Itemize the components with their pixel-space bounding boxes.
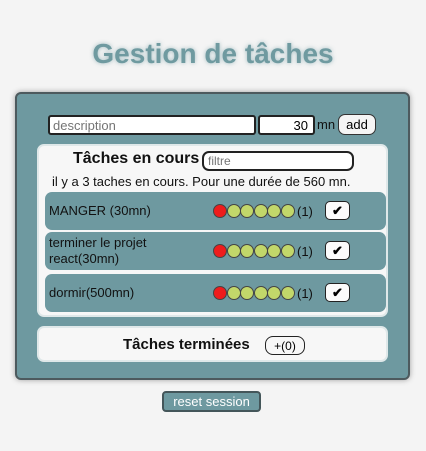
priority-dot-5[interactable] xyxy=(267,286,281,300)
task-label: dormir(500mn) xyxy=(49,285,135,300)
priority-dot-4[interactable] xyxy=(253,244,268,258)
mark-done-button[interactable]: ✔ xyxy=(325,283,350,302)
finished-tasks-section: Tâches terminées +(0) xyxy=(37,326,388,362)
priority-value: (1) xyxy=(297,204,313,219)
task-row: dormir(500mn) (1) ✔ xyxy=(45,274,386,312)
priority-dot-1[interactable] xyxy=(213,204,227,218)
priority-dot-2[interactable] xyxy=(226,204,241,218)
description-input[interactable] xyxy=(48,115,256,135)
task-row: MANGER (30mn) (1) ✔ xyxy=(45,192,386,230)
priority-dot-3[interactable] xyxy=(240,244,254,258)
duration-unit-label: mn xyxy=(317,117,336,132)
priority-selector xyxy=(213,204,295,218)
priority-dot-5[interactable] xyxy=(267,244,281,258)
reset-session-button[interactable]: reset session xyxy=(162,391,261,412)
priority-dot-2[interactable] xyxy=(226,286,241,300)
expand-finished-button[interactable]: +(0) xyxy=(265,336,305,355)
current-tasks-title: Tâches en cours xyxy=(73,150,200,167)
priority-dot-3[interactable] xyxy=(240,286,254,300)
task-label: terminer le projet react(30mn) xyxy=(49,235,147,267)
priority-value: (1) xyxy=(297,244,313,259)
current-tasks-section: Tâches en cours il y a 3 taches en cours… xyxy=(37,144,388,317)
task-row: terminer le projet react(30mn) (1) ✔ xyxy=(45,232,386,270)
priority-dot-1[interactable] xyxy=(213,244,227,258)
priority-dot-1[interactable] xyxy=(213,286,227,300)
finished-tasks-title: Tâches terminées xyxy=(123,336,250,353)
add-button[interactable]: add xyxy=(338,114,376,135)
priority-selector xyxy=(213,244,295,258)
priority-dot-6[interactable] xyxy=(280,244,295,258)
priority-dot-3[interactable] xyxy=(240,204,254,218)
priority-dot-4[interactable] xyxy=(253,204,268,218)
mark-done-button[interactable]: ✔ xyxy=(325,241,350,260)
priority-dot-2[interactable] xyxy=(226,244,241,258)
tasks-summary: il y a 3 taches en cours. Pour une durée… xyxy=(52,174,351,189)
filter-input[interactable] xyxy=(202,151,354,171)
page-title: Gestion de tâches xyxy=(92,38,334,69)
priority-dot-6[interactable] xyxy=(280,286,295,300)
priority-dot-6[interactable] xyxy=(280,204,295,218)
priority-dot-5[interactable] xyxy=(267,204,281,218)
mark-done-button[interactable]: ✔ xyxy=(325,201,350,220)
priority-dot-4[interactable] xyxy=(253,286,268,300)
task-label: MANGER (30mn) xyxy=(49,203,151,218)
task-label-line: react(30mn) xyxy=(49,251,120,266)
task-label-line: terminer le projet xyxy=(49,235,147,250)
priority-value: (1) xyxy=(297,286,313,301)
duration-input[interactable] xyxy=(258,115,315,135)
priority-selector xyxy=(213,286,295,300)
main-panel: mn add Tâches en cours il y a 3 taches e… xyxy=(15,92,410,380)
